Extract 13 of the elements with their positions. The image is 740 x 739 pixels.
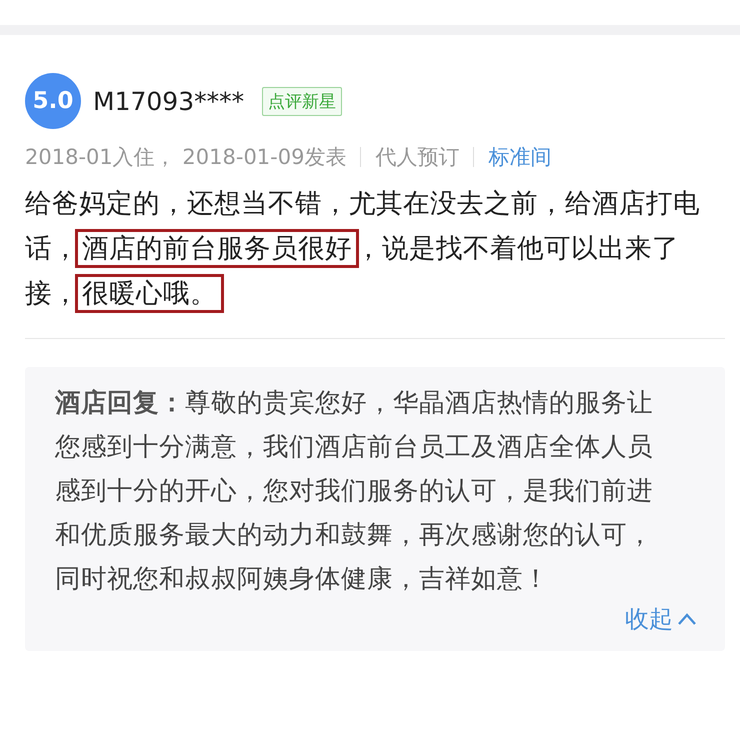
review-meta: 代人预订: [375, 144, 460, 171]
rating-badge: 5.0: [25, 73, 81, 129]
review-meta: 2018-01入住， 2018-01-09发表: [25, 144, 346, 171]
user-tag: 点评新星: [262, 86, 342, 116]
review-text: ，说是找不着他可以出来了: [355, 233, 679, 264]
username: M17093****: [93, 86, 244, 116]
review-text: 接，: [25, 278, 79, 309]
reply-text: 酒店回复：尊敬的贵宾您好，华晶酒店热情的服务让您感到十分满意，我们酒店前台员工及酒店全体人员感到十分的开心，您对我们服务的认可，是我们前进和优质服务最大的动力和鼓舞，再次感谢您的认可，同时祝您和叔叔阿姨身体健康，吉祥如意！: [55, 387, 654, 596]
room-type: 标准间: [488, 144, 552, 171]
chevron-up-icon: [677, 612, 697, 626]
review-text: 话，: [25, 233, 79, 264]
collapse-link[interactable]: 收起: [625, 603, 697, 635]
review-text: 给爸妈定的，还想当不错，尤其在没去之前，给酒店打电: [25, 188, 700, 219]
